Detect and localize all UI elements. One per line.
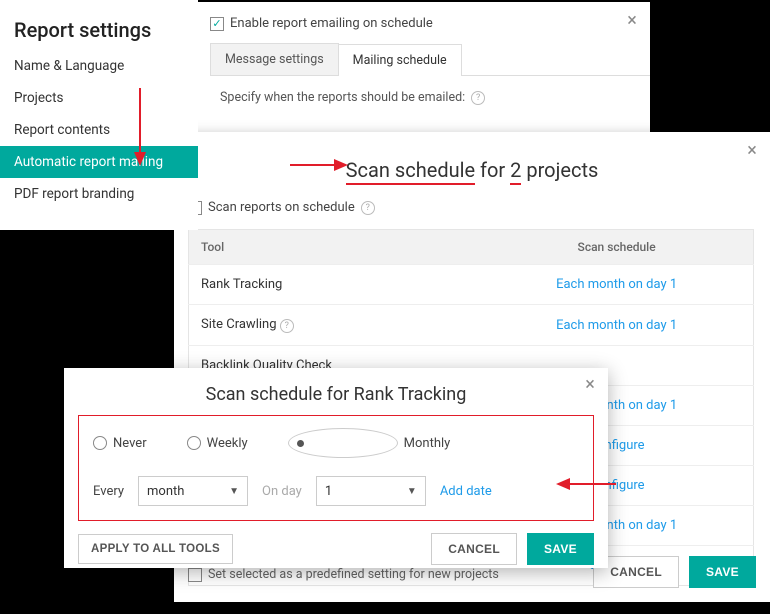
save-button[interactable]: SAVE	[689, 556, 756, 588]
sidebar-item-name-language[interactable]: Name & Language	[0, 50, 198, 82]
apply-to-all-button[interactable]: APPLY TO ALL TOOLS	[78, 534, 233, 564]
col-schedule: Scan schedule	[480, 230, 753, 265]
close-icon[interactable]: ×	[622, 10, 642, 30]
radio-label: Monthly	[404, 436, 451, 451]
enable-emailing-label: Enable report emailing on schedule	[230, 16, 433, 31]
title-count: 2	[510, 158, 521, 185]
cancel-button[interactable]: CANCEL	[431, 533, 517, 565]
scan-on-schedule-label: Scan reports on schedule	[208, 200, 355, 215]
sidebar-item-contents[interactable]: Report contents	[0, 114, 198, 146]
schedule-link[interactable]: Each month on day 1	[556, 277, 677, 292]
scan-on-schedule-row: ✓ Scan reports on schedule ?	[188, 200, 756, 223]
sidebar-item-projects[interactable]: Projects	[0, 82, 198, 114]
help-icon[interactable]: ?	[361, 201, 375, 215]
title-for: for	[475, 158, 510, 182]
highlighted-options-box: Never Weekly Monthly Every month ▼ On da…	[78, 415, 594, 521]
sidebar-item-auto-mailing[interactable]: Automatic report mailing	[0, 146, 198, 178]
save-button[interactable]: SAVE	[527, 533, 594, 565]
radio-label: Never	[113, 436, 147, 451]
radio-icon	[288, 428, 398, 458]
chevron-down-icon: ▼	[407, 486, 417, 497]
onday-label: On day	[262, 484, 302, 499]
rank-tracking-popover: × Scan schedule for Rank Tracking Never …	[64, 368, 608, 568]
every-row: Every month ▼ On day 1 ▼ Add date	[93, 476, 579, 506]
radio-monthly[interactable]: Monthly	[288, 428, 451, 458]
report-right-pane: × ✓ Enable report emailing on schedule M…	[200, 2, 650, 152]
day-value: 1	[325, 484, 332, 499]
title-projects: projects	[521, 158, 598, 182]
day-select[interactable]: 1 ▼	[316, 476, 426, 506]
page-title: Report settings	[0, 0, 198, 50]
table-row: Rank Tracking Each month on day 1	[189, 265, 754, 305]
frequency-radio-group: Never Weekly Monthly	[93, 428, 579, 458]
unit-select[interactable]: month ▼	[138, 476, 248, 506]
chevron-down-icon: ▼	[229, 486, 239, 497]
schedule-link[interactable]: Each month on day 1	[556, 318, 677, 333]
help-icon[interactable]: ?	[471, 91, 485, 105]
add-date-link[interactable]: Add date	[440, 484, 492, 499]
popover-title: Scan schedule for Rank Tracking	[64, 368, 608, 415]
close-icon[interactable]: ×	[742, 140, 762, 160]
predefined-label: Set selected as a predefined setting for…	[208, 567, 499, 582]
radio-never[interactable]: Never	[93, 436, 147, 451]
radio-label: Weekly	[207, 436, 248, 451]
enable-emailing-checkbox[interactable]: ✓	[210, 17, 224, 31]
title-scan-schedule: Scan schedule	[346, 158, 475, 185]
predefined-row: ✓ Set selected as a predefined setting f…	[188, 567, 499, 582]
predefined-checkbox[interactable]: ✓	[188, 568, 202, 582]
table-row: Site Crawling ? Each month on day 1	[189, 305, 754, 346]
specify-line: Specify when the reports should be email…	[200, 76, 650, 119]
cell-tool: Site Crawling ?	[189, 305, 481, 346]
close-icon[interactable]: ×	[580, 374, 600, 394]
specify-text: Specify when the reports should be email…	[220, 90, 465, 105]
report-sidebar: Report settings Name & Language Projects…	[0, 0, 198, 230]
sidebar-item-pdf-branding[interactable]: PDF report branding	[0, 178, 198, 210]
cell-tool: Rank Tracking	[189, 265, 481, 305]
scan-schedule-title: Scan schedule for 2 projects	[174, 132, 770, 200]
unit-value: month	[147, 484, 184, 499]
report-tabs: Message settings Mailing schedule	[210, 43, 650, 76]
radio-weekly[interactable]: Weekly	[187, 436, 248, 451]
help-icon[interactable]: ?	[280, 319, 294, 333]
tab-message-settings[interactable]: Message settings	[210, 43, 339, 75]
radio-icon	[93, 436, 107, 450]
radio-icon	[187, 436, 201, 450]
every-label: Every	[93, 484, 124, 499]
enable-emailing-row: ✓ Enable report emailing on schedule	[200, 2, 650, 43]
tab-mailing-schedule[interactable]: Mailing schedule	[339, 44, 462, 76]
col-tool: Tool	[189, 230, 481, 265]
